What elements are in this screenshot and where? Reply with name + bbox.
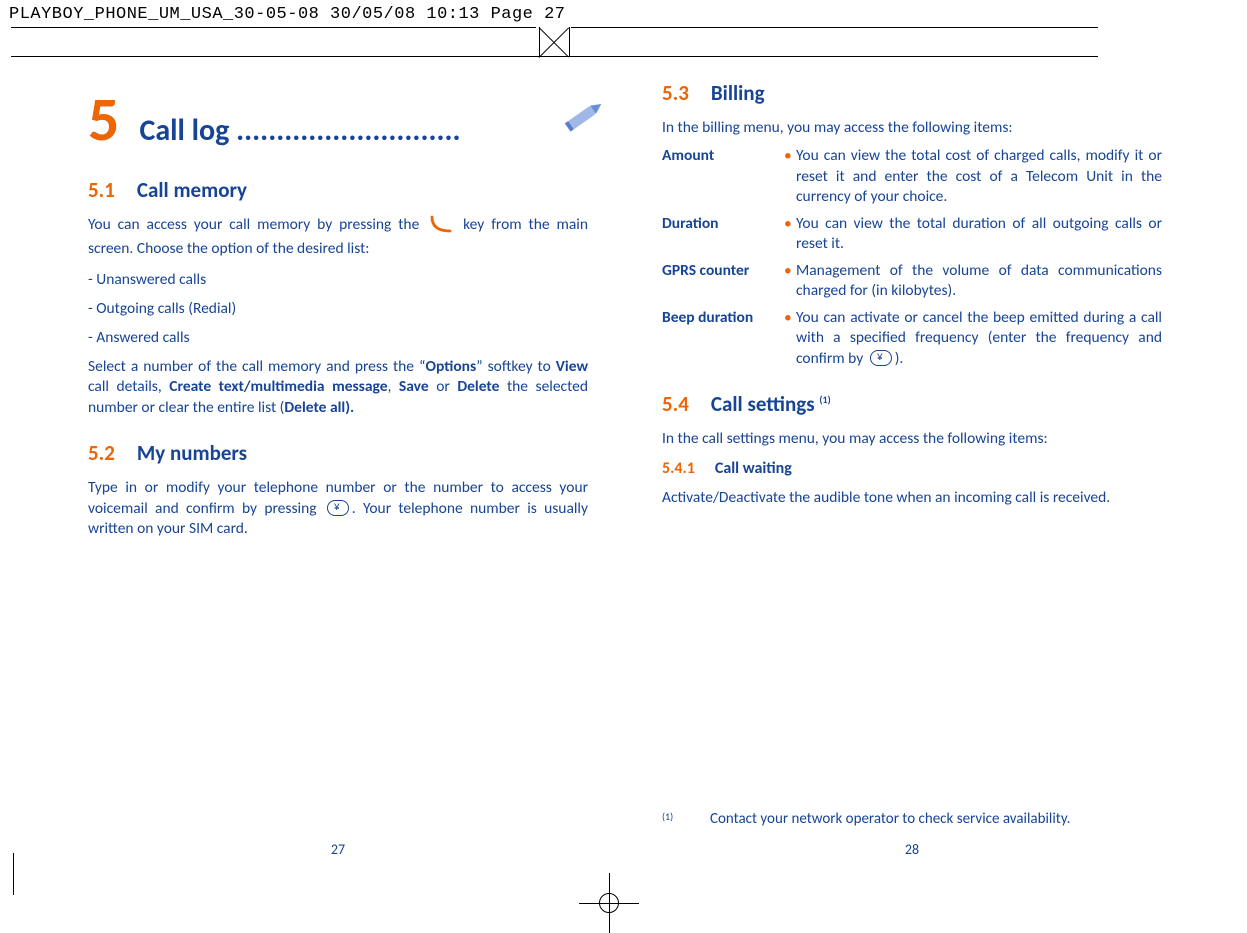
bullet-icon: •: [784, 261, 796, 302]
paragraph: In the billing menu, you may access the …: [662, 118, 1162, 138]
page-spread: 5 Call log ............................ …: [88, 80, 1162, 870]
definition-row: Amount • You can view the total cost of …: [662, 146, 1162, 207]
definition-term: Beep duration: [662, 308, 784, 369]
subsection-number: 5.4.1: [662, 459, 695, 478]
section-number: 5.1: [88, 177, 115, 203]
chapter-number: 5: [88, 92, 119, 148]
footnote-ref: (1): [819, 393, 830, 406]
definition-list: Amount • You can view the total cost of …: [662, 146, 1162, 369]
definition-term: Amount: [662, 146, 784, 207]
definition-term: GPRS counter: [662, 261, 784, 302]
ok-key-icon: [327, 500, 349, 516]
preflight-header: PLAYBOY_PHONE_UM_USA_30-05-08 30/05/08 1…: [9, 5, 566, 24]
footnote: (1) Contact your network operator to che…: [662, 810, 1070, 828]
section-5-1-heading: 5.1 Call memory: [88, 177, 588, 203]
call-key-icon: [430, 215, 452, 239]
section-title: Call memory: [137, 177, 247, 203]
paragraph: In the call settings menu, you may acces…: [662, 429, 1162, 449]
page-27: 5 Call log ............................ …: [88, 80, 588, 870]
bullet-icon: •: [784, 146, 796, 207]
definition-desc: Management of the volume of data communi…: [796, 261, 1162, 302]
subsection-title: Call waiting: [715, 459, 792, 478]
section-number: 5.2: [88, 440, 115, 466]
pen-icon: [558, 100, 608, 141]
definition-desc: You can view the total cost of charged c…: [796, 146, 1162, 207]
list-item: Unanswered calls: [88, 270, 588, 289]
chapter-heading: 5 Call log ............................: [88, 92, 588, 149]
paragraph: You can access your call memory by press…: [88, 215, 588, 260]
crop-marks-top: [11, 26, 1101, 64]
page-28: 5.3 Billing In the billing menu, you may …: [662, 80, 1162, 870]
section-title: Call settings (1): [711, 391, 831, 417]
list-item: Outgoing calls (Redial): [88, 299, 588, 318]
page: PLAYBOY_PHONE_UM_USA_30-05-08 30/05/08 1…: [0, 0, 1247, 922]
paragraph: Activate/Deactivate the audible tone whe…: [662, 488, 1162, 508]
section-number: 5.4: [662, 391, 689, 417]
definition-desc: You can activate or cancel the beep emit…: [796, 308, 1162, 369]
section-5-4-heading: 5.4 Call settings (1): [662, 391, 1162, 417]
page-number: 27: [88, 841, 588, 858]
paragraph: Type in or modify your telephone number …: [88, 478, 588, 539]
bullet-icon: •: [784, 214, 796, 255]
footnote-text: Contact your network operator to check s…: [710, 810, 1070, 828]
ok-key-icon: [870, 350, 892, 366]
definition-term: Duration: [662, 214, 784, 255]
section-title: My numbers: [137, 440, 247, 466]
chapter-title: Call log ............................: [139, 112, 588, 149]
page-number: 28: [662, 841, 1162, 858]
section-title: Billing: [711, 80, 765, 106]
section-number: 5.3: [662, 80, 689, 106]
paragraph: Select a number of the call memory and p…: [88, 357, 588, 418]
bullet-icon: •: [784, 308, 796, 369]
definition-desc: You can view the total duration of all o…: [796, 214, 1162, 255]
list-item: Answered calls: [88, 328, 588, 347]
section-5-3-heading: 5.3 Billing: [662, 80, 1162, 106]
subsection-5-4-1-heading: 5.4.1 Call waiting: [662, 459, 1162, 478]
definition-row: Duration • You can view the total durati…: [662, 214, 1162, 255]
registration-mark: [589, 883, 629, 923]
footnote-mark: (1): [662, 810, 710, 828]
section-5-2-heading: 5.2 My numbers: [88, 440, 588, 466]
definition-row: GPRS counter • Management of the volume …: [662, 261, 1162, 302]
definition-row: Beep duration • You can activate or canc…: [662, 308, 1162, 369]
crop-mark-left: [13, 853, 14, 895]
